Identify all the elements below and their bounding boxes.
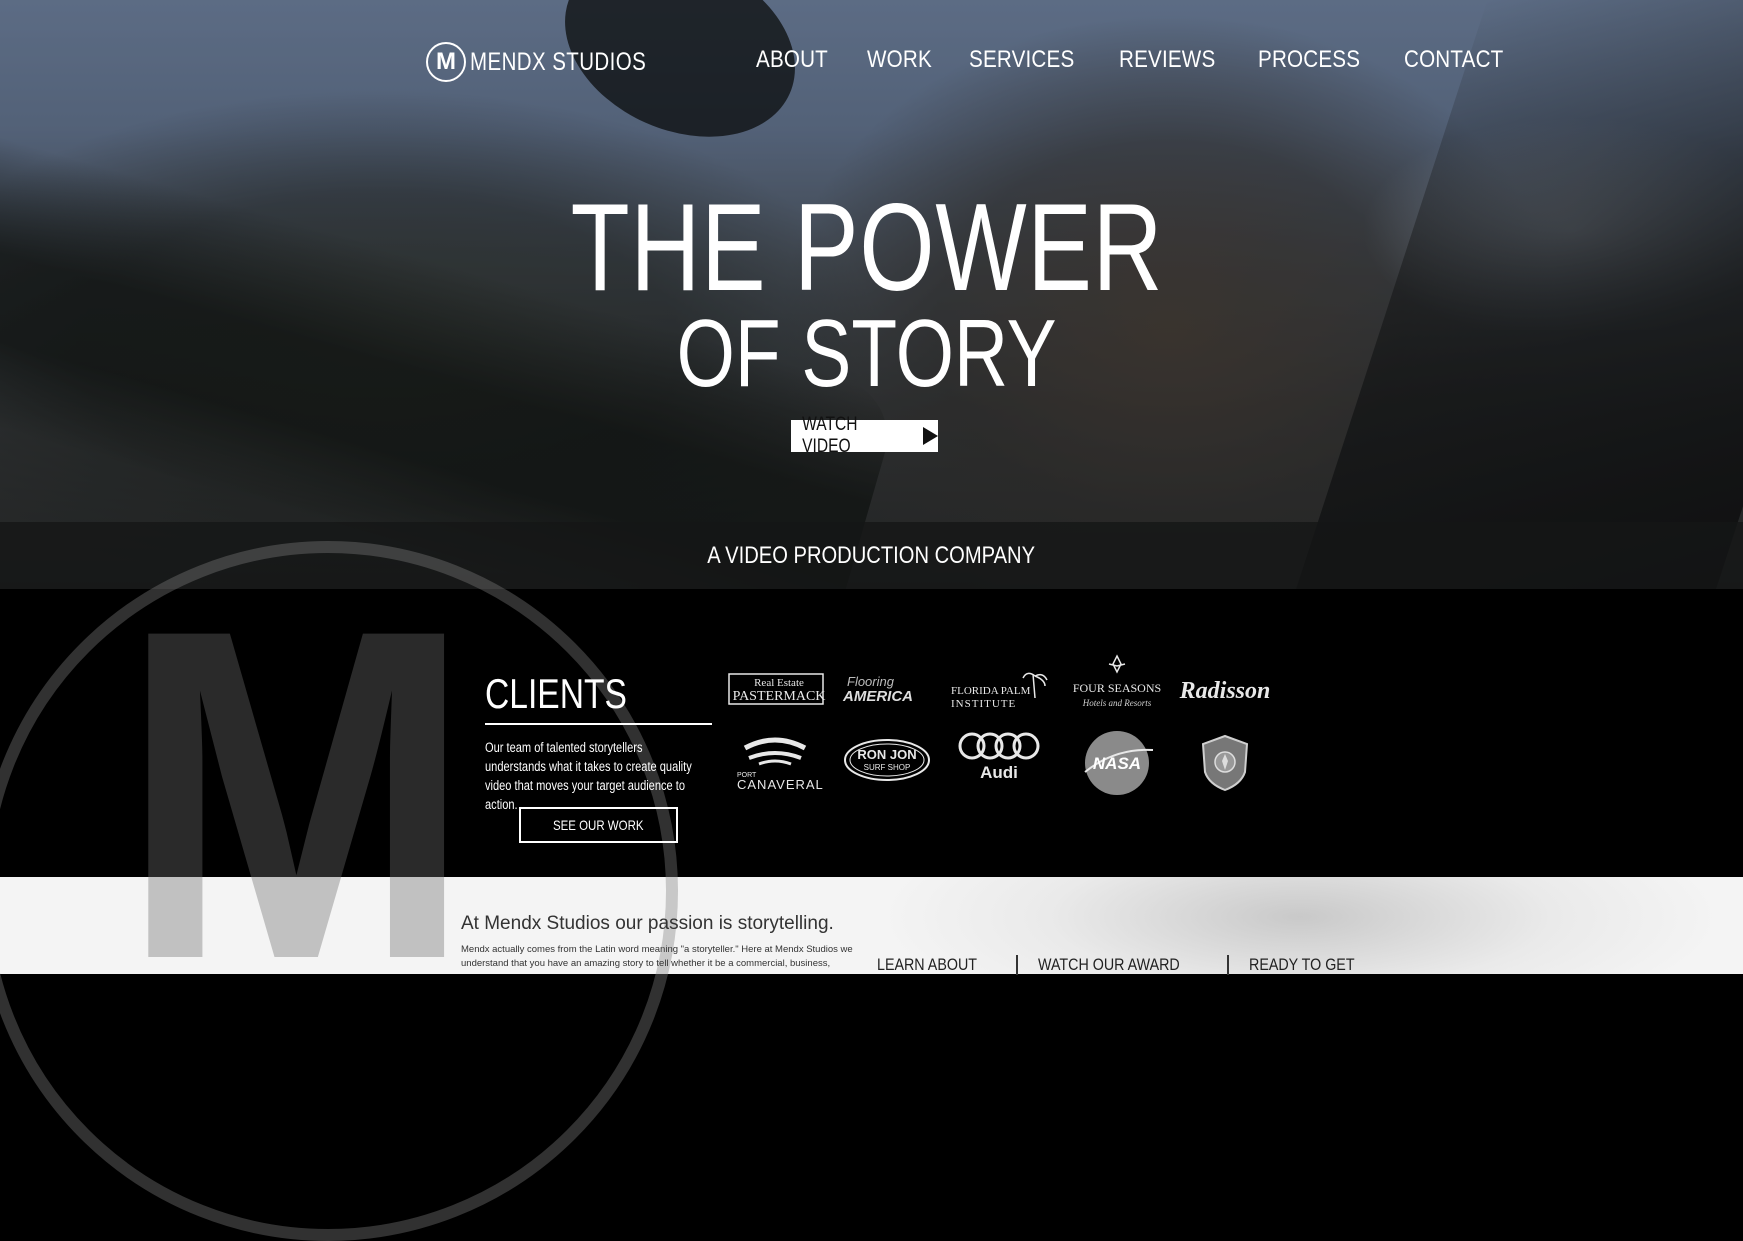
svg-text:Hotels and Resorts: Hotels and Resorts (1082, 698, 1152, 708)
svg-text:Audi: Audi (980, 763, 1018, 782)
client-logo-radisson: Radisson (1175, 660, 1275, 720)
nav-work[interactable]: WORK (867, 46, 932, 74)
brand-logo[interactable]: M MENDX STUDIOS (426, 40, 685, 84)
client-logo-pastermack: Real Estate PASTERMACK (727, 660, 827, 720)
brand-name: MENDX STUDIOS (470, 47, 647, 76)
nav-process[interactable]: PROCESS (1258, 46, 1360, 74)
play-icon (923, 427, 938, 445)
client-logo-police-badge (1175, 728, 1275, 798)
client-logo-port-canaveral: PORT CANAVERAL (727, 728, 827, 798)
hero-title-line2: OF STORY (676, 300, 1057, 407)
svg-text:INSTITUTE: INSTITUTE (951, 698, 1016, 710)
main-nav: ABOUT WORK SERVICES REVIEWS PROCESS CONT… (756, 46, 1546, 74)
client-logo-audi: Audi (949, 730, 1049, 788)
hero-title-line1: THE POWER (570, 179, 1163, 317)
nav-reviews[interactable]: REVIEWS (1119, 46, 1215, 74)
client-logo-florida-palm-institute: FLORIDA PALM INSTITUTE (949, 660, 1049, 720)
svg-text:NASA: NASA (1093, 754, 1141, 773)
svg-text:Radisson: Radisson (1179, 678, 1271, 704)
svg-text:SURF SHOP: SURF SHOP (864, 763, 911, 772)
svg-text:PASTERMACK: PASTERMACK (733, 689, 826, 704)
client-logo-nasa: NASA (1067, 728, 1167, 798)
tagline: A VIDEO PRODUCTION COMPANY (707, 541, 1036, 569)
about-links: LEARN ABOUT WATCH OUR AWARD READY TO GET (877, 955, 1394, 975)
svg-text:FLORIDA PALM: FLORIDA PALM (951, 685, 1031, 697)
clients-divider (485, 723, 712, 725)
ready-to-get-link[interactable]: READY TO GET (1226, 955, 1395, 975)
watch-award-link[interactable]: WATCH OUR AWARD (1016, 955, 1227, 975)
nav-services[interactable]: SERVICES (969, 46, 1074, 74)
logo-mark-icon: M (426, 42, 466, 82)
client-logo-ron-jon: RON JON SURF SHOP (837, 730, 937, 790)
nav-about[interactable]: ABOUT (756, 46, 828, 74)
see-our-work-label: SEE OUR WORK (553, 817, 644, 833)
about-body: Mendx actually comes from the Latin word… (461, 944, 853, 969)
tagline-band: A VIDEO PRODUCTION COMPANY (0, 522, 1743, 589)
watch-video-button[interactable]: WATCH VIDEO (791, 414, 938, 457)
svg-text:Real Estate: Real Estate (754, 677, 804, 689)
client-logo-four-seasons: FOUR SEASONS Hotels and Resorts (1067, 650, 1167, 720)
svg-text:Flooring: Flooring (847, 674, 895, 689)
watch-video-label: WATCH VIDEO (802, 414, 858, 457)
learn-about-link[interactable]: LEARN ABOUT (877, 955, 1016, 975)
clients-heading: CLIENTS (485, 670, 627, 717)
svg-text:AMERICA: AMERICA (842, 688, 913, 705)
clients-description: Our team of talented storytellers unders… (485, 740, 692, 812)
hero-section: M MENDX STUDIOS ABOUT WORK SERVICES REVI… (0, 0, 1743, 589)
svg-text:FOUR SEASONS: FOUR SEASONS (1073, 681, 1161, 695)
see-our-work-button[interactable]: SEE OUR WORK (519, 807, 678, 843)
client-logo-flooring-america: Flooring AMERICA (837, 660, 937, 720)
svg-text:CANAVERAL: CANAVERAL (737, 777, 824, 792)
nav-contact[interactable]: CONTACT (1404, 46, 1503, 74)
svg-text:RON JON: RON JON (857, 747, 916, 762)
about-heading: At Mendx Studios our passion is storytel… (461, 913, 834, 934)
